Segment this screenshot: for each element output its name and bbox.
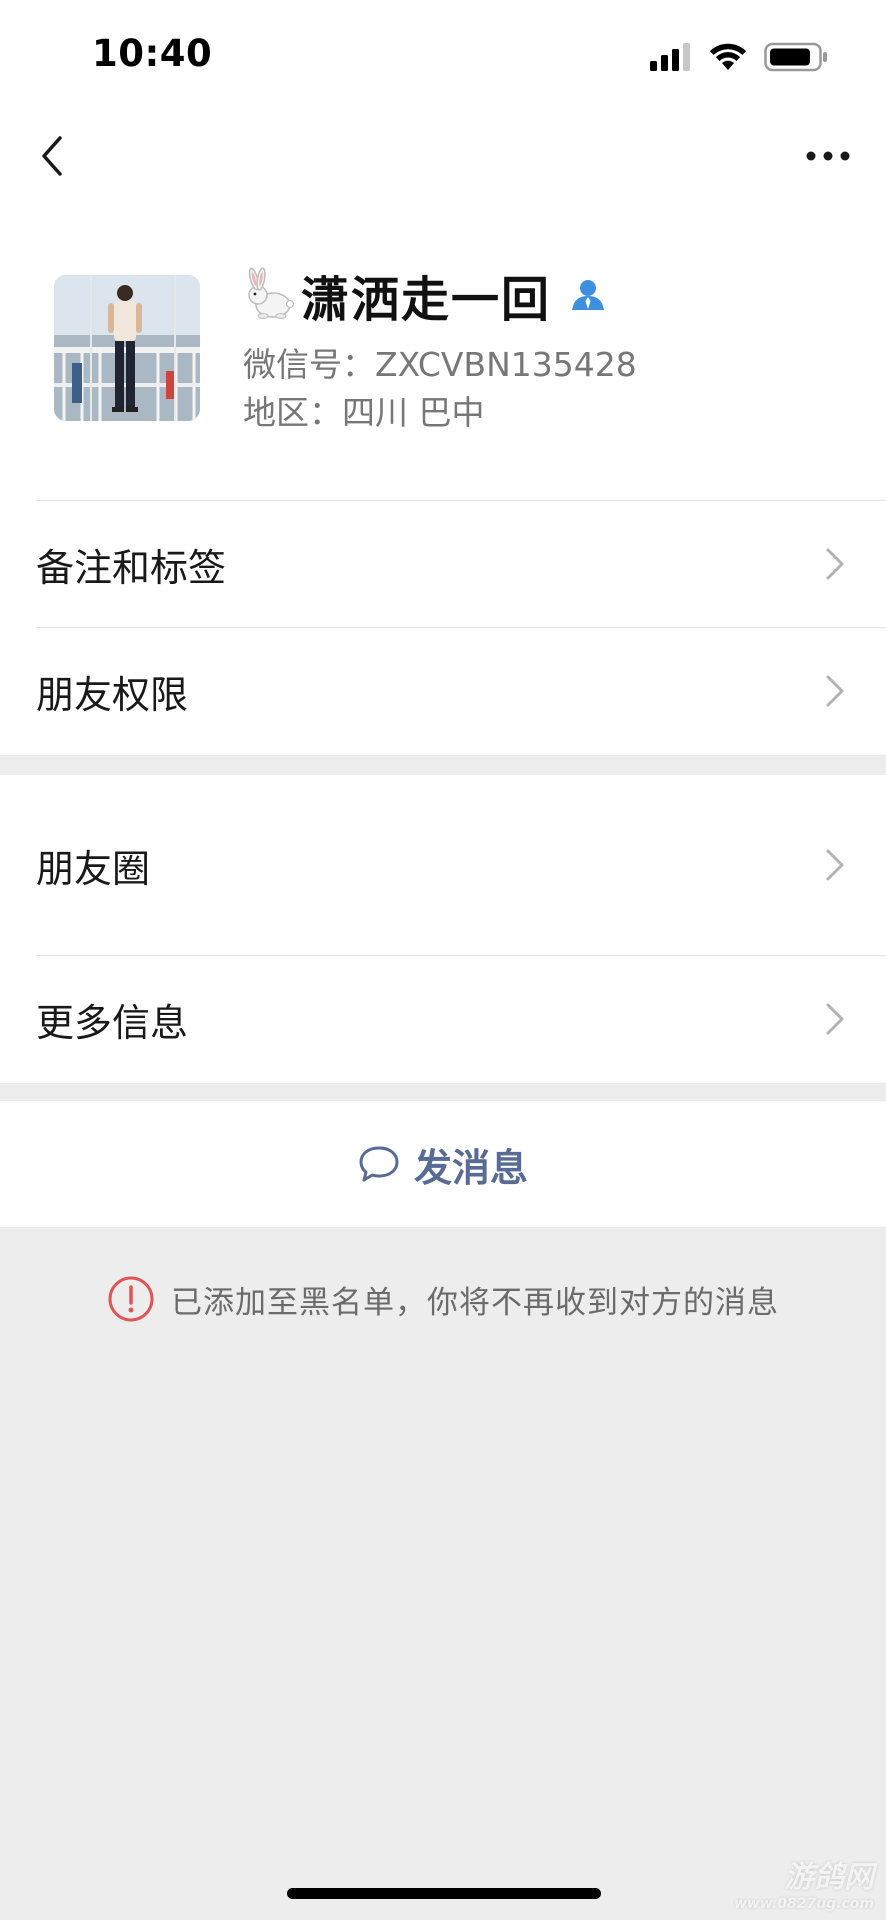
- status-icons: [650, 42, 828, 72]
- profile-wechat-id: 微信号：ZXCVBN135428: [243, 345, 637, 384]
- chevron-right-icon: [826, 548, 844, 580]
- home-indicator[interactable]: [287, 1888, 601, 1899]
- blacklist-text: 已添加至黑名单，你将不再收到对方的消息: [171, 1284, 779, 1321]
- profile-header: 潇洒走一回 微信号：ZXCVBN135428 地区：四川 巴中: [0, 250, 886, 500]
- status-bar: 10:40: [0, 0, 886, 110]
- send-message-button[interactable]: 发消息: [0, 1101, 886, 1227]
- battery-icon: [764, 42, 827, 72]
- avatar[interactable]: [54, 275, 200, 421]
- wifi-icon: [710, 43, 746, 70]
- status-time: 10:40: [92, 32, 213, 75]
- send-message-label: 发消息: [413, 1145, 528, 1190]
- blacklist-notice: 已添加至黑名单，你将不再收到对方的消息: [0, 1275, 886, 1323]
- watermark-url: www.0827ug.com: [734, 1896, 874, 1912]
- send-message-content: 发消息: [358, 1137, 528, 1192]
- verified-user-icon: [572, 280, 605, 310]
- friend-permissions-label: 朋友权限: [36, 672, 189, 717]
- chat-bubble-icon: [359, 1146, 399, 1182]
- more-info-label: 更多信息: [36, 1000, 189, 1045]
- remarks-tags-label: 备注和标签: [36, 545, 227, 590]
- moments-row[interactable]: 朋友圈: [0, 775, 886, 955]
- ellipsis-icon: [806, 151, 850, 161]
- moments-label: 朋友圈: [36, 846, 151, 891]
- watermark: 游鸽网 www.0827ug.com: [734, 1852, 874, 1912]
- chevron-left-icon: [42, 136, 62, 176]
- chevron-right-icon: [826, 849, 844, 881]
- more-options-button[interactable]: [798, 138, 858, 174]
- more-info-row[interactable]: 更多信息: [0, 956, 886, 1082]
- chevron-right-icon: [826, 1003, 844, 1035]
- back-button[interactable]: [30, 128, 74, 184]
- chevron-right-icon: [826, 675, 844, 707]
- watermark-title: 游鸽网: [784, 1860, 874, 1895]
- profile-name: 潇洒走一回: [301, 272, 552, 328]
- profile-region: 地区：四川 巴中: [243, 393, 485, 432]
- friend-permissions-row[interactable]: 朋友权限: [0, 628, 886, 754]
- profile-name-row: 潇洒走一回: [243, 264, 607, 328]
- remarks-tags-row[interactable]: 备注和标签: [0, 501, 886, 627]
- warning-icon: [108, 1276, 154, 1322]
- cellular-signal-icon: [650, 43, 690, 71]
- rabbit-icon: [248, 267, 295, 319]
- avatar-image: [54, 275, 200, 421]
